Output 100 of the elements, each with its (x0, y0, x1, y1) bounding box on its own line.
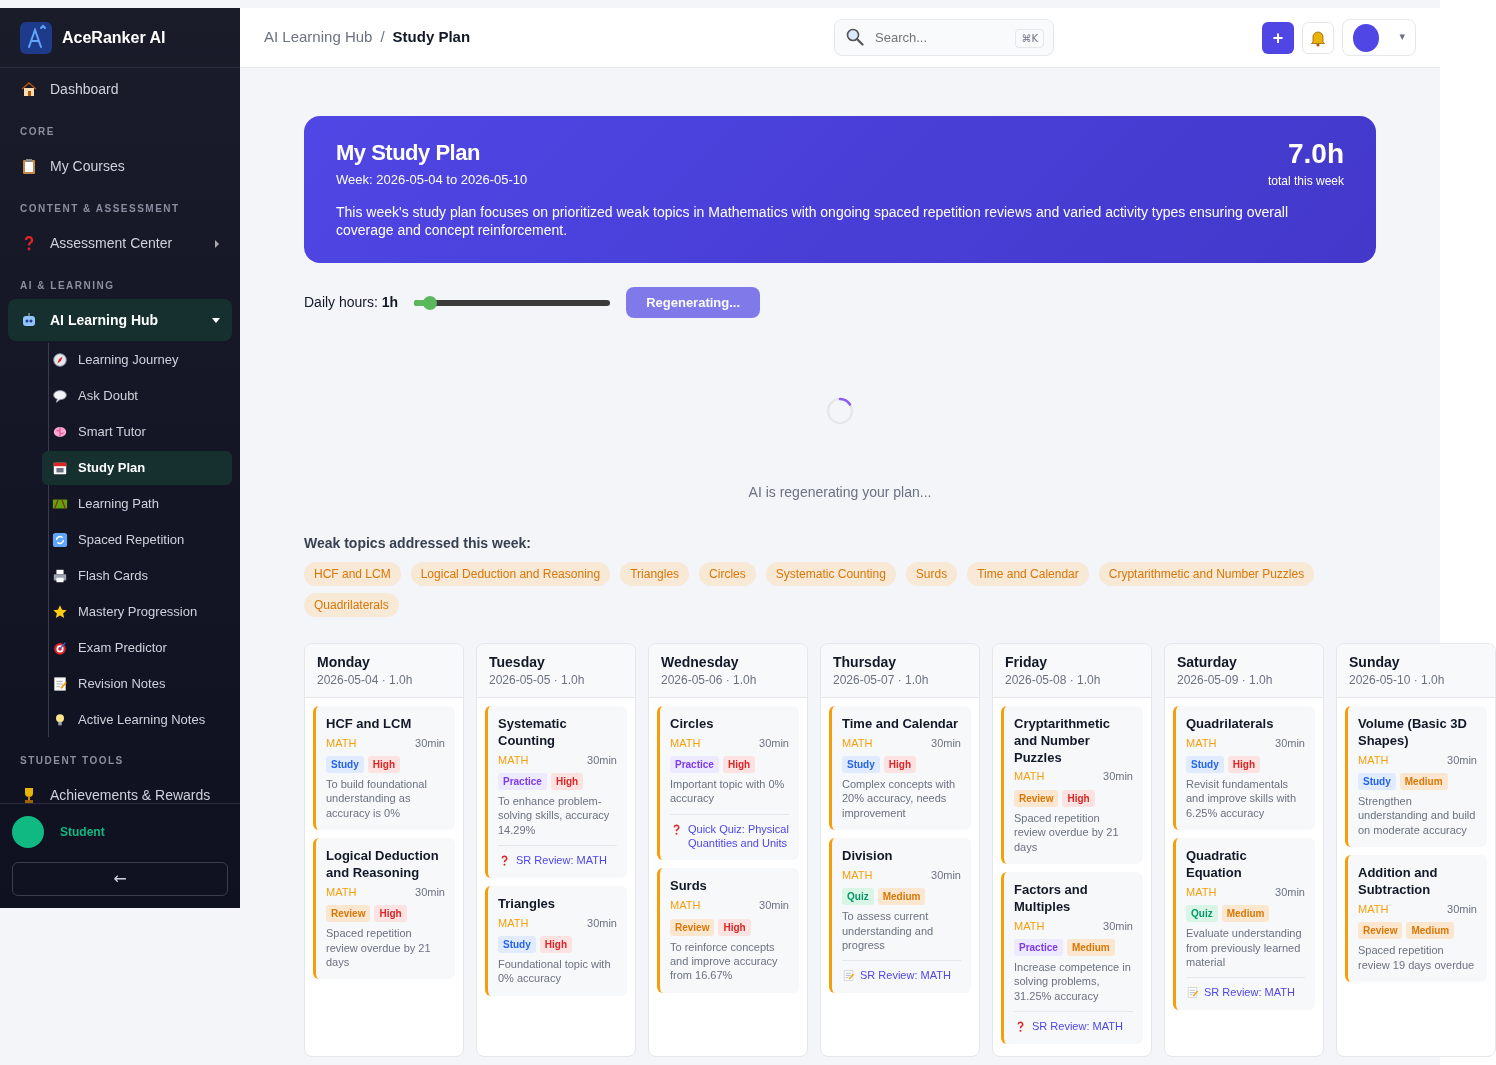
target-icon (52, 640, 68, 656)
user-menu[interactable]: ▾ (1342, 19, 1416, 56)
nav-item[interactable]: Flash Cards (42, 559, 232, 593)
resource-link[interactable]: Quick Quiz: Physical Quantities and Units (688, 822, 789, 851)
nav-item[interactable]: Smart Tutor (42, 415, 232, 449)
resource-link[interactable]: SR Review: MATH (1204, 986, 1295, 1000)
house-icon (20, 80, 38, 98)
priority-tag: Medium (1221, 905, 1270, 923)
subject-label: MATH (326, 884, 357, 900)
activity-card[interactable]: Surds MATH 30min Review High To reinforce concepts and improve accuracy from 16.67% (657, 868, 799, 993)
activity-reason: Evaluate understanding from previously learned material (1186, 926, 1303, 970)
section-heading: AI & LEARNING (19, 279, 116, 293)
activity-type-tag: Review (1358, 922, 1403, 940)
breadcrumb-current: Study Plan (392, 27, 471, 48)
notification-button[interactable] (1302, 21, 1334, 54)
activity-card[interactable]: HCF and LCM MATH 30min Study High To build foundational understanding as accuracy is 0% (313, 705, 455, 831)
nav-item[interactable]: Spaced Repetition (42, 523, 232, 557)
priority-tag: High (374, 905, 407, 923)
activity-type-tag: Practice (1014, 939, 1063, 957)
bell-icon (1309, 28, 1327, 47)
clipboard-icon (20, 157, 38, 175)
activity-type-tag: Review (326, 905, 371, 923)
activity-type-tag: Practice (670, 756, 719, 774)
activity-title: Systematic Counting (498, 715, 568, 750)
activity-card[interactable]: Volume (Basic 3D Shapes) MATH 30min Study Medium Strengthen understanding and build on moderate accuracy (1345, 705, 1487, 847)
priority-tag: Medium (877, 888, 926, 906)
topic-tag: Triangles (620, 562, 690, 586)
activity-type-tag: Quiz (1186, 905, 1218, 923)
activity-card[interactable]: Circles MATH 30min Practice High Important topic with 0% accuracy Quick Quiz: Physical Quantities and Units (657, 705, 799, 861)
day-name: Sunday (1349, 654, 1401, 671)
priority-tag: High (1062, 789, 1095, 807)
activity-card[interactable]: Factors and Multiples MATH 30min Practice Medium Increase competence in solving problems, 31.25% accuracy SR Review: MATH (1001, 871, 1143, 1044)
activity-card[interactable]: Addition and Subtraction MATH 30min Review Medium Spaced repetition review 19 days overdue (1345, 854, 1487, 982)
activity-title: Cryptarithmetic and Number Puzzles (1014, 715, 1112, 767)
resource-link[interactable]: SR Review: MATH (516, 853, 607, 868)
activity-card[interactable]: Logical Deduction and Reasoning MATH 30min Review High Spaced repetition review overdue by 21 days (313, 838, 455, 980)
nav-item[interactable]: Assessment Center (8, 222, 232, 264)
activity-title: Factors and Multiples (1014, 881, 1089, 916)
activity-card[interactable]: Triangles MATH 30min Study High Foundational topic with 0% accuracy (485, 885, 627, 996)
dropdown-caret-icon: ▾ (1399, 30, 1405, 44)
resource-link[interactable]: SR Review: MATH (1032, 1020, 1123, 1034)
collapse-button[interactable]: ← (12, 862, 228, 896)
subject-label: MATH (842, 867, 873, 883)
nav-item[interactable]: Revision Notes (42, 667, 232, 701)
day-name: Friday (1005, 654, 1048, 671)
activity-card[interactable]: Time and Calendar MATH 30min Study High Complex concepts with 20% accuracy, needs improvement (829, 705, 971, 831)
nav-item[interactable]: AI Learning Hub (8, 299, 232, 341)
loading-spinner-icon (825, 396, 855, 426)
activity-reason: Foundational topic with 0% accuracy (498, 957, 612, 986)
activity-card[interactable]: Quadrilaterals MATH 30min Study High Revisit fundamentals and improve skills with 6.25% accuracy (1173, 705, 1315, 831)
user-avatar[interactable] (12, 816, 44, 848)
nav-item[interactable]: Dashboard (8, 68, 232, 110)
activity-title: Addition and Subtraction (1358, 864, 1439, 899)
nav-item[interactable]: My Courses (8, 145, 232, 187)
add-button[interactable]: + (1262, 21, 1294, 54)
compass-icon (52, 352, 68, 368)
topic-tag: Circles (699, 562, 756, 586)
subject-label: MATH (670, 898, 701, 914)
priority-tag: High (718, 918, 751, 936)
nav-item[interactable]: Learning Journey (42, 343, 232, 377)
activity-card[interactable]: Systematic Counting MATH 30min Practice High To enhance problem-solving skills, accuracy 14.29% SR Review: MATH (485, 705, 627, 878)
subject-label: MATH (1014, 769, 1045, 785)
printer-icon (52, 568, 68, 584)
memo-icon (52, 676, 68, 692)
duration: 30min (1103, 769, 1133, 785)
nav-item[interactable]: Active Learning Notes (42, 703, 232, 737)
priority-tag: High (550, 773, 584, 791)
activity-type-tag: Study (1358, 773, 1396, 791)
subject-label: MATH (498, 915, 529, 931)
nav-item[interactable]: Learning Path (42, 487, 232, 521)
activity-card[interactable]: Cryptarithmetic and Number Puzzles MATH 30min Review High Spaced repetition review overdue by 21 days (1001, 705, 1143, 864)
activity-type-tag: Study (498, 936, 536, 954)
nav-item[interactable]: Study Plan (42, 451, 232, 485)
activity-reason: Increase competence in solving problems, 31.25% accuracy (1014, 960, 1132, 1004)
day-name: Wednesday (661, 654, 740, 671)
nav-item[interactable]: Ask Doubt (42, 379, 232, 413)
priority-tag: Medium (1406, 922, 1455, 940)
priority-tag: Medium (1066, 939, 1115, 957)
breadcrumb-separator: / (380, 27, 385, 48)
activity-title: Volume (Basic 3D Shapes) (1358, 715, 1468, 750)
day-date: 2026-05-07 · 1.0h (833, 671, 930, 689)
nav-item[interactable]: Achievements & Rewards (8, 774, 232, 803)
nav-item[interactable]: Exam Predictor (42, 631, 232, 665)
brain-icon (52, 424, 68, 440)
day-name: Tuesday (489, 654, 546, 671)
activity-title: Circles (670, 715, 715, 733)
nav-item[interactable]: Mastery Progression (42, 595, 232, 629)
activity-card[interactable]: Quadratic Equation MATH 30min Quiz Medium Evaluate understanding from previously learned material SR Review: MATH (1173, 838, 1315, 1010)
activity-card[interactable]: Division MATH 30min Quiz Medium To assess current understanding and progress SR Review: MATH (829, 838, 971, 994)
day-date: 2026-05-09 · 1.0h (1177, 671, 1274, 689)
caret-down-icon (212, 317, 220, 324)
activity-type-tag: Study (1186, 756, 1224, 774)
breadcrumb-link[interactable]: AI Learning Hub (264, 26, 373, 49)
calendar-icon (52, 460, 68, 476)
activity-title: Quadratic Equation (1186, 848, 1248, 882)
speech-bubble-icon (52, 388, 68, 404)
section-heading: Weak topics addressed this week: (304, 534, 532, 553)
activity-reason: Important topic with 0% accuracy (670, 777, 786, 806)
resource-link[interactable]: SR Review: MATH (860, 969, 951, 984)
daily-hours-label: Daily hours: 1h (304, 293, 399, 312)
